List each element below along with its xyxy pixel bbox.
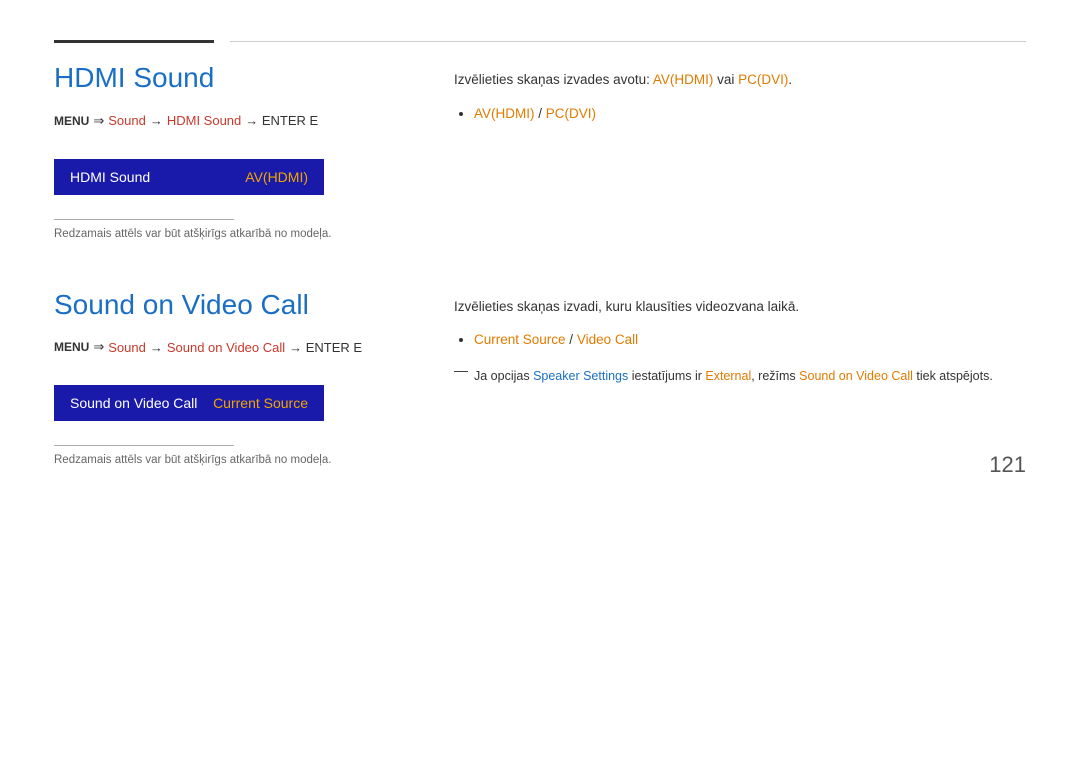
menu-icon-2: MENU: [54, 340, 89, 354]
section1-menu-path: MENU ⇒ Sound → HDMI Sound → ENTER E: [54, 113, 414, 129]
section2-list-item: Current Source / Video Call: [474, 329, 1026, 352]
section2-menu-sound: Sound: [108, 340, 146, 355]
section2-note-text: Ja opcijas Speaker Settings iestatījums …: [474, 366, 993, 386]
section1-mockup-label: HDMI Sound: [70, 169, 150, 185]
section2-mockup-value: Current Source: [213, 395, 308, 411]
section1-divider: [54, 219, 234, 220]
section1-title: HDMI Sound: [54, 61, 414, 95]
section2-note-sovc: Sound on Video Call: [799, 369, 913, 383]
section2-list: Current Source / Video Call: [454, 329, 1026, 352]
section1-list-avhdmi: AV(HDMI): [474, 106, 535, 121]
section1-avhdmi-link: AV(HDMI): [653, 72, 714, 87]
page-number: 121: [989, 452, 1026, 478]
section2-note: Redzamais attēls var būt atšķirīgs atkar…: [54, 454, 414, 466]
section2-menu-sep1: →: [150, 340, 163, 355]
section2-menu-path: MENU ⇒ Sound → Sound on Video Call → ENT…: [54, 339, 414, 355]
section2-note-post: , režīms: [751, 369, 799, 383]
section-hdmi-sound: HDMI Sound MENU ⇒ Sound → HDMI Sound → E…: [54, 61, 1026, 240]
menu-icon-1: MENU: [54, 114, 89, 128]
section1-desc-end: .: [788, 72, 792, 87]
section2-note-end: tiek atspējots.: [913, 369, 993, 383]
section1-left: HDMI Sound MENU ⇒ Sound → HDMI Sound → E…: [54, 61, 454, 240]
section1-mockup: HDMI Sound AV(HDMI): [54, 159, 324, 195]
section1-right: Izvēlieties skaņas izvades avotu: AV(HDM…: [454, 61, 1026, 240]
section1-list-pcdvi: PC(DVI): [546, 106, 596, 121]
section2-title: Sound on Video Call: [54, 288, 414, 322]
section2-mockup-label: Sound on Video Call: [70, 395, 197, 411]
section-sound-video-call: Sound on Video Call MENU ⇒ Sound → Sound…: [54, 288, 1026, 467]
section2-desc: Izvēlieties skaņas izvadi, kuru klausīti…: [454, 296, 1026, 318]
section2-divider: [54, 445, 234, 446]
section2-note-block: ― Ja opcijas Speaker Settings iestatījum…: [454, 362, 1026, 386]
section2-left: Sound on Video Call MENU ⇒ Sound → Sound…: [54, 288, 454, 467]
section1-menu-sound: Sound: [108, 113, 146, 128]
section1-desc-pre: Izvēlieties skaņas izvades avotu:: [454, 72, 653, 87]
section2-note-speaker: Speaker Settings: [533, 369, 628, 383]
section1-mockup-value: AV(HDMI): [245, 169, 308, 185]
section-gap: [54, 240, 1026, 288]
section2-note-pre: Ja opcijas: [474, 369, 533, 383]
section1-menu-enter: → ENTER E: [245, 113, 318, 128]
section2-note-external: External: [705, 369, 751, 383]
section1-list: AV(HDMI) / PC(DVI): [454, 103, 1026, 126]
section2-menu-enter: → ENTER E: [289, 340, 362, 355]
section2-note-dash: ―: [454, 362, 468, 386]
section1-desc: Izvēlieties skaņas izvades avotu: AV(HDM…: [454, 69, 1026, 91]
top-rule: [54, 40, 1026, 43]
section2-mockup: Sound on Video Call Current Source: [54, 385, 324, 421]
menu-arrow-icon-2: ⇒: [93, 339, 104, 355]
section1-list-item: AV(HDMI) / PC(DVI): [474, 103, 1026, 126]
section1-menu-hdmi: HDMI Sound: [167, 113, 241, 128]
page-container: HDMI Sound MENU ⇒ Sound → HDMI Sound → E…: [0, 0, 1080, 506]
section2-right: Izvēlieties skaņas izvadi, kuru klausīti…: [454, 288, 1026, 467]
section1-pcdvi-link: PC(DVI): [738, 72, 788, 87]
section1-note: Redzamais attēls var būt atšķirīgs atkar…: [54, 228, 414, 240]
top-rule-left: [54, 40, 214, 43]
section2-footer: Redzamais attēls var būt atšķirīgs atkar…: [54, 445, 414, 466]
section2-menu-sovc: Sound on Video Call: [167, 340, 285, 355]
section2-list-videocall: Video Call: [577, 332, 638, 347]
section1-list-sep: /: [535, 106, 546, 121]
top-rule-right: [230, 41, 1026, 42]
menu-arrow-icon-1: ⇒: [93, 113, 104, 129]
section1-menu-sep1: →: [150, 113, 163, 128]
section1-desc-vai: vai: [713, 72, 738, 87]
section2-list-sep: /: [566, 332, 577, 347]
section2-list-current: Current Source: [474, 332, 566, 347]
section1-footer: Redzamais attēls var būt atšķirīgs atkar…: [54, 219, 414, 240]
section2-note-mid: iestatījums ir: [628, 369, 705, 383]
